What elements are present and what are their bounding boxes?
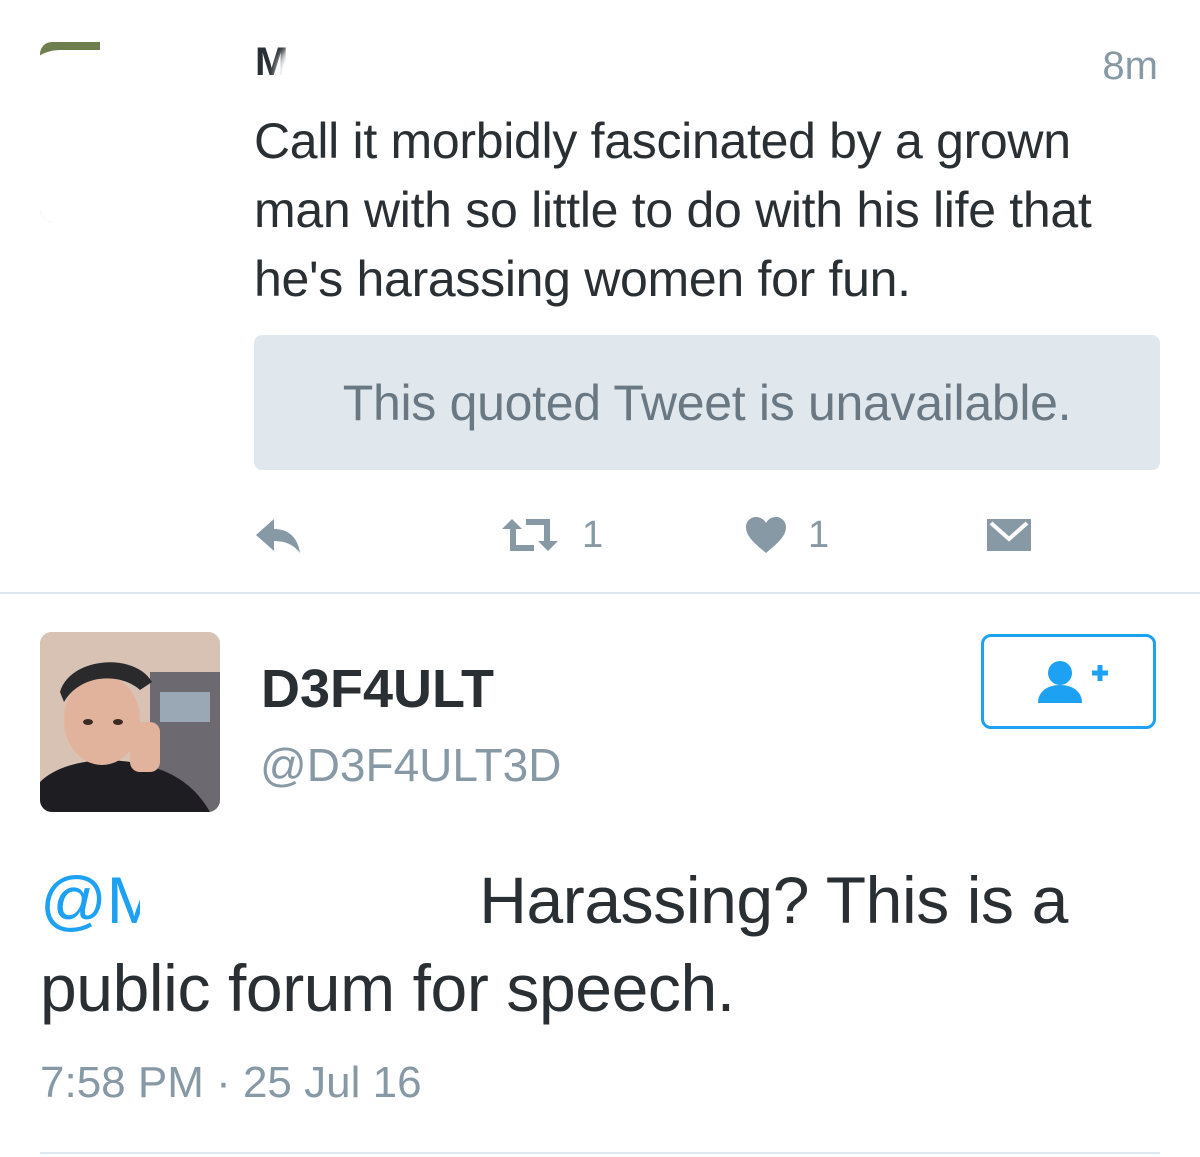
redaction-mark	[282, 45, 882, 105]
direct-message-button[interactable]	[985, 505, 1033, 565]
add-user-icon	[1037, 660, 1108, 703]
retweet-count: 1	[582, 513, 604, 556]
quoted-tweet-card[interactable]: This quoted Tweet is unavailable.	[254, 335, 1160, 470]
tweet2-avatar[interactable]	[40, 632, 220, 812]
quoted-tweet-notice: This quoted Tweet is unavailable.	[342, 374, 1072, 431]
reply-button[interactable]	[252, 505, 304, 565]
tweet1-avatar[interactable]	[40, 42, 220, 222]
tweet-divider	[40, 1152, 1160, 1154]
envelope-icon	[987, 519, 1031, 551]
redaction-mark	[140, 862, 435, 937]
tweet2-timestamp[interactable]: 7:58 PM · 25 Jul 16	[40, 1058, 422, 1108]
retweet-icon	[502, 519, 558, 551]
heart-icon	[746, 517, 786, 553]
like-count: 1	[808, 513, 830, 556]
profile-photo	[40, 632, 220, 812]
reply-icon	[256, 519, 300, 553]
redaction-mark	[40, 50, 220, 222]
tweet1-text: Call it morbidly fascinated by a grown m…	[254, 113, 1092, 307]
tweet-divider	[0, 592, 1200, 594]
tweet1-timestamp[interactable]: 8m	[1102, 44, 1158, 89]
tweet2-author-handle[interactable]: @D3F4ULT3D	[260, 738, 561, 792]
tweet2-author-name[interactable]: D3F4ULT	[261, 658, 494, 720]
follow-button[interactable]	[981, 634, 1156, 729]
like-button[interactable]: 1	[744, 505, 829, 565]
retweet-button[interactable]: 1	[498, 505, 603, 565]
